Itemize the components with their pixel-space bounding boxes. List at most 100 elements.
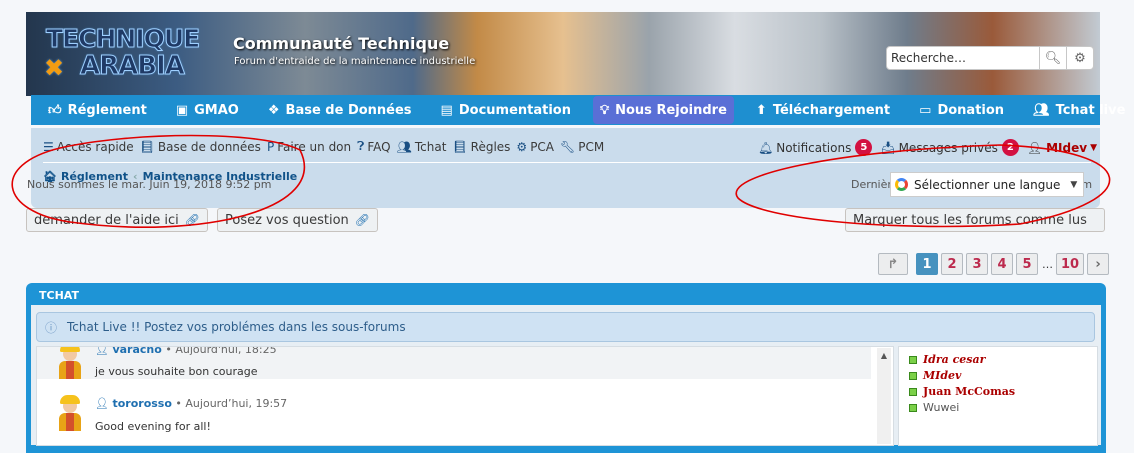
quicklink-acces-rapide[interactable]: ☰ Accès rapide [43,140,134,154]
search-box: 🔍︎ ⚙ [886,46,1094,70]
scroll-up-arrow[interactable]: ▲ [877,350,891,362]
nav-item-donation[interactable]: ▭ Donation [912,96,1011,124]
user-links: 🔔︎ Notifications 5 📥︎ Messages privés 2 👤︎… [758,139,1097,156]
pagination-ellipsis: … [1042,257,1053,271]
link-icon: 🔗︎ [184,213,200,227]
question-button[interactable]: Posez vos question 🔗︎ [217,208,379,232]
user-menu[interactable]: 👤︎ MIdev ▼ [1027,141,1097,155]
online-users-list: Idra cesar MIdev Juan McComas Wuwei [898,346,1098,446]
nav-item-tchat-live[interactable]: 👥︎ Tchat live [1026,96,1132,124]
online-status-icon [909,387,917,396]
quicklink-tchat[interactable]: 👥︎ Tchat [397,140,447,154]
messages-badge: 2 [1001,139,1019,156]
site-title[interactable]: Communauté Technique [233,34,449,53]
online-status-icon [909,403,917,412]
header-banner: TECHNIQUE ✖ ARABIA Communauté Technique … [26,12,1100,96]
message-text: Good evening for all! [95,420,211,433]
wrench-icon: ✖ [44,54,65,82]
private-messages-link[interactable]: 📥︎ Messages privés [880,141,998,155]
nav-item-reglement[interactable]: 👍︎ Réglement [41,96,154,124]
quicklink-regles[interactable]: 📘︎ Règles [452,140,510,154]
page-10[interactable]: 10 [1056,253,1084,275]
avatar [57,347,83,379]
page-5[interactable]: 5 [1016,253,1038,275]
nav-label: Tchat live [1055,102,1126,118]
chat-title: TCHAT [39,289,79,302]
page-1[interactable]: 1 [916,253,938,275]
message-time: Aujourd'hui, 18:25 [175,346,277,356]
chevron-right-icon: › [1095,256,1101,272]
download-icon: ⬆ [755,102,767,118]
notifications-link[interactable]: 🔔︎ Notifications [758,141,851,155]
book-icon: 📘︎ [452,139,468,154]
search-input[interactable] [887,47,1039,69]
quicklinks-bar: ☰ Accès rapide 📘︎ Base de données P Faire u… [43,139,610,154]
chat-scrollbar[interactable] [877,348,891,444]
caret-down-icon: ▼ [1090,142,1097,153]
quicklink-base-de-donnees[interactable]: 📘︎ Base de données [140,140,261,154]
nav-item-telechargement[interactable]: ⬆ Téléchargement [749,96,897,124]
quicklink-faire-un-don[interactable]: P Faire un don [267,140,351,154]
share-arrow-icon: ↱ [887,256,899,272]
cogs-icon: ⚙ [516,139,528,154]
google-icon [895,178,908,191]
gear-icon: ⚙ [1074,50,1086,66]
search-icon: 🔍︎ [1044,50,1062,66]
link-icon: 🔗︎ [354,213,371,227]
mark-all-read-button[interactable]: Marquer tous les forums comme lus [845,208,1105,232]
quicklink-faq[interactable]: ❓︎ FAQ [357,139,390,154]
nav-label: Documentation [458,102,571,118]
advanced-search-button[interactable]: ⚙ [1066,47,1093,69]
question-icon: ❓︎ [357,139,365,153]
search-button[interactable]: 🔍︎ [1039,47,1066,69]
message-text: je vous souhaite bon courage [95,365,258,378]
nav-label: Réglement [67,102,147,118]
nav-item-base-de-donnees[interactable]: ❖ Base de Données [261,96,419,124]
main-navbar: 👍︎ Réglement ▣ GMAO ❖ Base de Données ▤ Docu… [31,95,1125,125]
nav-item-documentation[interactable]: ▤ Documentation [434,96,578,124]
site-logo[interactable]: TECHNIQUE ✖ ARABIA [40,24,216,83]
quicklink-pca[interactable]: ⚙ PCA [516,140,554,154]
language-select[interactable]: Sélectionner une langue ▼ [890,172,1084,197]
user-avatar-icon: 👤︎ [1026,140,1043,155]
pagination: ↱ 1 2 3 4 5 … 10 › [875,253,1109,275]
menu-icon: ☰ [43,139,54,154]
user-icon: 👤︎ [95,346,109,356]
page-4[interactable]: 4 [991,253,1013,275]
page-3[interactable]: 3 [966,253,988,275]
online-status-icon [909,355,917,364]
help-button[interactable]: demander de l'aide ici 🔗︎ [26,208,208,232]
users-icon: 👥︎ [1033,102,1050,118]
online-user[interactable]: Wuwei [909,401,959,414]
money-icon: ▭ [919,102,932,118]
notifications-badge: 5 [855,139,873,156]
wrench-icon: 🔧︎ [560,139,576,154]
username: MIdev [1046,140,1088,155]
online-user[interactable]: MIdev [909,369,961,382]
page-2[interactable]: 2 [941,253,963,275]
online-user[interactable]: Idra cesar [909,353,985,366]
image-icon: ▣ [175,102,189,118]
jump-to-page-button[interactable]: ↱ [878,253,908,275]
next-page-button[interactable]: › [1087,253,1109,275]
quicklink-pcm[interactable]: 🔧︎ PCM [560,140,604,154]
nav-label: GMAO [194,102,239,118]
site-description: Forum d'entraide de la maintenance indus… [234,56,476,67]
dropbox-icon: ❖ [267,102,280,118]
message-author[interactable]: varacho [112,347,161,356]
message-author[interactable]: tororosso [112,397,171,410]
logo-line1: TECHNIQUE [45,24,200,54]
online-user[interactable]: Juan McComas [909,385,1015,398]
nav-label: Téléchargement [772,102,891,118]
book-icon: 📘︎ [139,139,155,154]
current-datetime: Nous sommes le mar. Juin 19, 2018 9:52 p… [27,178,272,191]
chat-message: 👤︎ tororosso • Aujourd’hui, 19:57 Good e… [37,391,871,433]
bell-icon: 🔔︎ [758,140,774,155]
user-icon: 👤︎ [95,397,109,410]
info-icon: ⓘ [45,320,58,335]
nav-item-gmao[interactable]: ▣ GMAO [169,96,246,124]
lightbulb-icon: 💡︎ [600,102,610,118]
message-time: Aujourd’hui, 19:57 [185,397,288,410]
nav-label: Nous Rejoindre [615,102,727,118]
nav-item-nous-rejoindre[interactable]: 💡︎ Nous Rejoindre [593,96,734,124]
